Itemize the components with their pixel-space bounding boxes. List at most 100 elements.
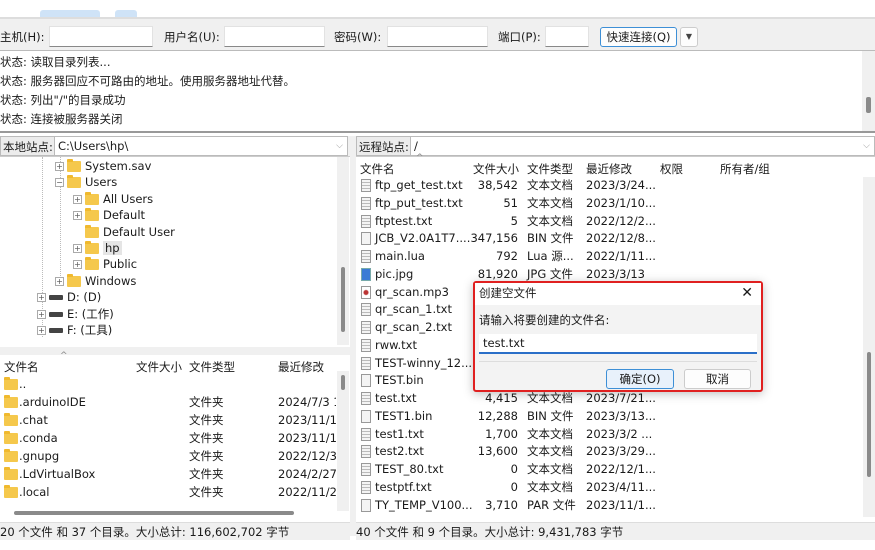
ok-button[interactable]: 确定(O) <box>606 369 674 389</box>
file-row[interactable]: .conda 文件夹 2023/11/1 <box>0 430 336 447</box>
splitter[interactable] <box>0 347 350 355</box>
file-size: 38,542 <box>477 178 518 192</box>
column-header-modified[interactable]: 最近修改 <box>586 161 632 177</box>
scrollbar-thumb[interactable] <box>866 97 871 113</box>
drive-icon <box>49 295 63 301</box>
log-scrollbar[interactable] <box>862 51 875 131</box>
column-header-permissions[interactable]: 权限 <box>660 161 683 177</box>
tree-node[interactable]: + Public <box>73 256 137 272</box>
audio-file-icon <box>361 285 371 299</box>
column-header-owner[interactable]: 所有者/组 <box>720 161 770 177</box>
file-type: 文本文档 <box>527 444 573 459</box>
tree-node[interactable]: Default User <box>73 224 175 240</box>
column-header-name[interactable]: 文件名 <box>4 359 39 375</box>
tab[interactable] <box>40 10 100 17</box>
remote-path-input[interactable]: / ⌵ <box>410 136 875 156</box>
file-row[interactable]: test.txt 4,415 文本文档 2023/7/21... <box>356 390 861 407</box>
tree-node-label: All Users <box>103 191 154 206</box>
file-row[interactable]: TEST1.bin 12,288 BIN 文件 2023/3/13... <box>356 408 861 425</box>
file-row[interactable]: testptf.txt 0 文本文档 2023/4/11... <box>356 479 861 496</box>
expand-icon[interactable]: + <box>73 211 82 221</box>
host-input[interactable] <box>49 26 153 47</box>
dialog-title: 创建空文件 <box>479 286 537 300</box>
sort-arrow-icon: ^ <box>416 153 424 163</box>
quickconnect-bar: 主机(H): 用户名(U): 密码(W): 端口(P): 快速连接(Q) ▼ <box>0 17 875 51</box>
horizontal-scrollbar[interactable] <box>14 511 294 515</box>
column-header-modified[interactable]: 最近修改 <box>278 359 324 375</box>
tree-scrollbar[interactable] <box>337 157 349 345</box>
tree-node[interactable]: + Default <box>73 207 145 223</box>
file-row[interactable]: .gnupg 文件夹 2022/12/3 <box>0 448 336 465</box>
filename-input[interactable]: test.txt <box>479 334 757 354</box>
tree-node[interactable]: + D: (D) <box>37 289 101 305</box>
expand-icon[interactable]: + <box>37 293 46 303</box>
scrollbar-thumb[interactable] <box>867 352 871 477</box>
scrollbar-thumb[interactable] <box>341 267 345 332</box>
file-row[interactable]: .chat 文件夹 2023/11/1 <box>0 412 336 429</box>
username-input[interactable] <box>224 26 325 47</box>
scrollbar-thumb[interactable] <box>341 375 345 390</box>
cancel-button[interactable]: 取消 <box>684 369 751 389</box>
folder-icon <box>85 224 99 238</box>
chevron-down-icon[interactable]: ⌵ <box>863 137 870 156</box>
file-type: PAR 文件 <box>527 497 576 512</box>
quickconnect-button[interactable]: 快速连接(Q) <box>600 27 677 47</box>
tree-node[interactable]: + All Users <box>73 191 153 207</box>
local-list-scrollbar[interactable] <box>337 371 349 511</box>
column-header-size[interactable]: 文件大小 <box>473 161 519 177</box>
folder-icon <box>4 377 18 390</box>
local-path-input[interactable]: C:\Users\hp\ ⌵ <box>54 136 348 156</box>
tree-node[interactable]: + F: (工具) <box>37 322 112 338</box>
password-input[interactable] <box>387 26 488 47</box>
tree-node[interactable]: + E: (工作) <box>37 306 114 322</box>
file-row[interactable]: test1.txt 1,700 文本文档 2023/3/2 ... <box>356 426 861 443</box>
tree-node[interactable]: − Users <box>55 174 117 190</box>
file-name: TY_TEMP_V100... <box>375 497 473 512</box>
expand-icon[interactable]: + <box>55 276 64 286</box>
folder-icon <box>67 159 81 172</box>
file-row[interactable]: .LdVirtualBox 文件夹 2024/2/27 <box>0 466 336 483</box>
file-row[interactable]: TEST_80.txt 0 文本文档 2022/12/1... <box>356 461 861 478</box>
file-row[interactable]: JCB_V2.0A1T7.... 347,156 BIN 文件 2022/12/8..… <box>356 230 861 247</box>
file-modified: 2023/11/1 <box>278 413 336 427</box>
tree-node[interactable]: + Windows <box>55 273 136 289</box>
file-type: 文件夹 <box>189 485 224 499</box>
close-icon[interactable]: ✕ <box>741 283 753 303</box>
file-row[interactable]: ftptest.txt 5 文本文档 2022/12/2... <box>356 213 861 230</box>
text-file-icon <box>361 480 371 494</box>
port-input[interactable] <box>545 26 589 47</box>
remote-list-scrollbar[interactable] <box>863 177 875 517</box>
file-row[interactable]: ftp_get_test.txt 38,542 文本文档 2023/3/24... <box>356 177 861 194</box>
tree-node[interactable]: + System.sav <box>55 158 151 174</box>
file-type: 文件夹 <box>189 467 224 481</box>
file-row[interactable]: .local 文件夹 2022/11/2 <box>0 484 336 501</box>
expand-icon[interactable]: + <box>37 309 46 319</box>
expand-icon[interactable]: + <box>73 194 82 204</box>
file-name: .gnupg <box>19 449 60 463</box>
file-row[interactable]: main.lua 792 Lua 源... 2022/1/11... <box>356 248 861 265</box>
file-row[interactable]: TY_TEMP_V100... 3,710 PAR 文件 2023/11/1... <box>356 497 861 514</box>
local-file-list: ^ 文件名 文件大小 文件类型 最近修改 .. .arduinoIDE 文件夹 202… <box>0 351 350 520</box>
chevron-down-icon[interactable]: ⌵ <box>336 137 343 156</box>
expand-icon[interactable]: − <box>55 178 64 188</box>
tree-node-label: hp <box>103 241 122 255</box>
file-row[interactable]: .. <box>0 376 336 393</box>
file-name: .arduinoIDE <box>19 395 86 409</box>
tree-node-label: Windows <box>85 273 137 288</box>
file-row[interactable]: .arduinoIDE 文件夹 2024/7/3 1 <box>0 394 336 411</box>
column-header-name[interactable]: 文件名 <box>360 161 395 177</box>
column-header-type[interactable]: 文件类型 <box>527 161 573 177</box>
expand-icon[interactable]: + <box>73 260 82 270</box>
expand-icon[interactable]: + <box>37 326 46 335</box>
expand-icon[interactable]: + <box>55 162 64 171</box>
file-row[interactable]: test2.txt 13,600 文本文档 2023/3/29... <box>356 443 861 460</box>
expand-icon[interactable]: + <box>73 244 82 253</box>
host-label: 主机(H): <box>0 30 45 44</box>
column-header-size[interactable]: 文件大小 <box>136 359 182 375</box>
file-row[interactable]: ftp_put_test.txt 51 文本文档 2023/1/10... <box>356 195 861 212</box>
folder-icon <box>4 413 18 426</box>
column-header-type[interactable]: 文件类型 <box>189 359 235 375</box>
chevron-down-icon[interactable]: ▼ <box>680 27 698 47</box>
tab[interactable] <box>115 10 137 17</box>
tree-node[interactable]: + hp <box>73 240 122 256</box>
